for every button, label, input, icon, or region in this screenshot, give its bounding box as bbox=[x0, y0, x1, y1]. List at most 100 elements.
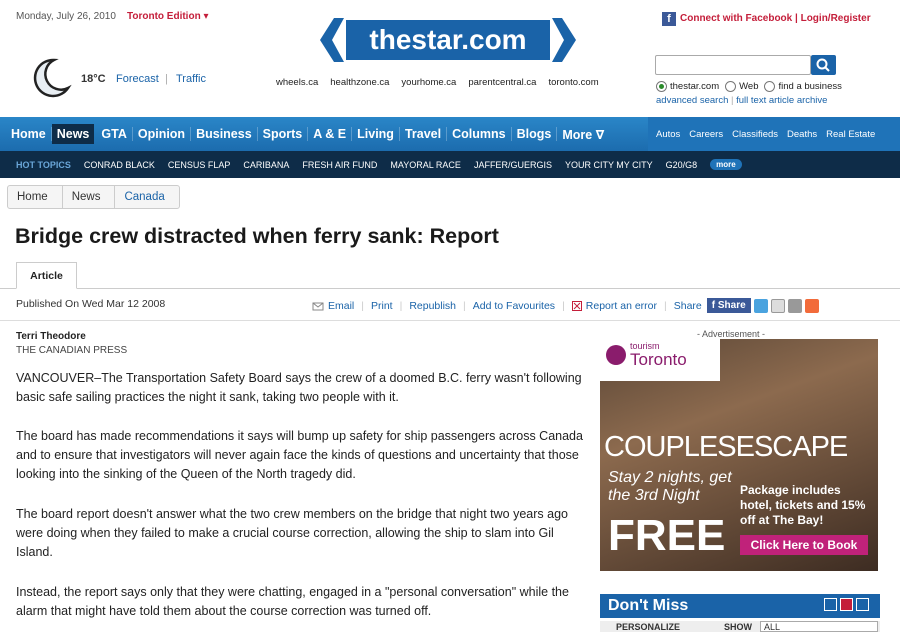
ad-brand-panel: tourism Toronto bbox=[600, 339, 720, 381]
report-error-icon bbox=[571, 300, 582, 311]
search-scope-thestar[interactable]: thestar.com bbox=[656, 81, 719, 92]
breadcrumb-news[interactable]: News bbox=[63, 186, 116, 208]
nav-sports[interactable]: Sports bbox=[258, 127, 309, 141]
list-view-icon[interactable] bbox=[840, 598, 853, 611]
search-input[interactable] bbox=[655, 55, 811, 75]
moon-weather-icon bbox=[33, 58, 72, 98]
hot-topic-item[interactable]: CONRAD BLACK bbox=[84, 160, 155, 170]
article-paragraph: The board report doesn't answer what the… bbox=[16, 507, 568, 559]
search-links: advanced search | full text article arch… bbox=[656, 95, 827, 106]
more-share-icon[interactable] bbox=[804, 298, 819, 313]
ad-headline: COUPLESESCAPE bbox=[604, 431, 848, 463]
nav-careers[interactable]: Careers bbox=[689, 129, 723, 140]
nav-autos[interactable]: Autos bbox=[656, 129, 680, 140]
temperature: 18°C bbox=[81, 73, 106, 85]
hot-topics: HOT TOPICS CONRAD BLACK CENSUS FLAP CARI… bbox=[16, 151, 742, 178]
delicious-icon[interactable] bbox=[787, 298, 802, 313]
author-agency: THE CANADIAN PRESS bbox=[16, 345, 128, 356]
show-label: SHOW bbox=[724, 622, 752, 632]
nav-opinion[interactable]: Opinion bbox=[133, 127, 192, 141]
ad-book-button[interactable]: Click Here to Book bbox=[740, 535, 868, 555]
facebook-connect-link[interactable]: Connect with Facebook | Login/Register bbox=[680, 13, 871, 24]
breadcrumb-canada[interactable]: Canada bbox=[115, 186, 178, 208]
nav-blogs[interactable]: Blogs bbox=[512, 127, 558, 141]
nav-travel[interactable]: Travel bbox=[400, 127, 448, 141]
hot-topic-item[interactable]: MAYORAL RACE bbox=[390, 160, 461, 170]
site-logo[interactable]: thestar.com bbox=[320, 18, 576, 62]
site-link-yourhome[interactable]: yourhome.ca bbox=[401, 77, 456, 88]
hot-topic-item[interactable]: G20/G8 bbox=[666, 160, 698, 170]
hot-topic-item[interactable]: YOUR CITY MY CITY bbox=[565, 160, 653, 170]
hot-topic-item[interactable]: CARIBANA bbox=[243, 160, 289, 170]
published-date: Published On Wed Mar 12 2008 bbox=[16, 298, 166, 310]
edition-selector[interactable]: Toronto Edition ▾ bbox=[127, 11, 208, 22]
site-link-healthzone[interactable]: healthzone.ca bbox=[330, 77, 389, 88]
ad-offer: Stay 2 nights, get the 3rd Night bbox=[608, 469, 732, 504]
tools-divider bbox=[0, 320, 900, 321]
nav-business[interactable]: Business bbox=[191, 127, 258, 141]
search-scope-business[interactable]: find a business bbox=[764, 81, 842, 92]
partner-site-links: wheels.ca healthzone.ca yourhome.ca pare… bbox=[276, 77, 599, 88]
date-label: Monday, July 26, 2010 bbox=[16, 11, 116, 22]
search-icon bbox=[816, 58, 830, 72]
grid-view-icon[interactable] bbox=[824, 598, 837, 611]
report-error-link[interactable]: Report an error bbox=[586, 300, 657, 312]
nav-living[interactable]: Living bbox=[352, 127, 400, 141]
facebook-icon[interactable]: f bbox=[662, 12, 676, 26]
search-links-separator: | bbox=[731, 95, 734, 106]
nav-more[interactable]: More ∇ bbox=[557, 127, 609, 142]
hot-topic-item[interactable]: JAFFER/GUERGIS bbox=[474, 160, 552, 170]
nav-columns[interactable]: Columns bbox=[447, 127, 512, 141]
breadcrumb: Home News Canada bbox=[7, 185, 180, 209]
hot-topics-more-button[interactable]: more bbox=[710, 159, 742, 170]
show-select[interactable]: ALL bbox=[760, 621, 878, 632]
author-name: Terri Theodore bbox=[16, 331, 86, 342]
facebook-share-button[interactable]: f Share bbox=[706, 298, 751, 313]
nav-news[interactable]: News bbox=[51, 124, 95, 144]
full-text-archive-link[interactable]: full text article archive bbox=[736, 95, 827, 106]
email-link[interactable]: Email bbox=[328, 300, 354, 312]
twitter-icon[interactable] bbox=[753, 298, 768, 313]
search-scope-web[interactable]: Web bbox=[725, 81, 758, 92]
article-paragraph: VANCOUVER–The Transportation Safety Boar… bbox=[16, 371, 582, 404]
site-link-toronto[interactable]: toronto.com bbox=[548, 77, 598, 88]
nav-classifieds[interactable]: Classifieds bbox=[732, 129, 778, 140]
site-link-wheels[interactable]: wheels.ca bbox=[276, 77, 318, 88]
personalize-button[interactable]: PERSONALIZE bbox=[616, 622, 680, 632]
tab-divider bbox=[0, 288, 900, 289]
nav-ae[interactable]: A & E bbox=[308, 127, 353, 141]
hot-topic-item[interactable]: CENSUS FLAP bbox=[168, 160, 231, 170]
main-nav: Home News GTA Opinion Business Sports A … bbox=[6, 117, 609, 151]
page-title: Bridge crew distracted when ferry sank: … bbox=[15, 224, 499, 248]
traffic-link[interactable]: Traffic bbox=[176, 73, 206, 85]
site-link-parentcentral[interactable]: parentcentral.ca bbox=[468, 77, 536, 88]
hot-topics-label: HOT TOPICS bbox=[16, 159, 71, 170]
article-paragraph: Instead, the report says only that they … bbox=[16, 585, 569, 618]
advertisement-banner[interactable]: tourism Toronto COUPLESESCAPE Stay 2 nig… bbox=[600, 339, 878, 571]
dont-miss-controls: PERSONALIZE SHOW ALL bbox=[600, 621, 880, 632]
nav-gta[interactable]: GTA bbox=[96, 127, 133, 141]
search-scope-options: thestar.com Web find a business bbox=[656, 81, 842, 92]
hot-topic-item[interactable]: FRESH AIR FUND bbox=[302, 160, 377, 170]
breadcrumb-home[interactable]: Home bbox=[8, 186, 63, 208]
expand-icon[interactable] bbox=[856, 598, 869, 611]
nav-home[interactable]: Home bbox=[6, 127, 52, 141]
advertisement-label: - Advertisement - bbox=[697, 329, 766, 339]
search-button[interactable] bbox=[811, 55, 836, 75]
print-link[interactable]: Print bbox=[371, 300, 393, 312]
nav-real-estate[interactable]: Real Estate bbox=[826, 129, 875, 140]
secondary-nav: Autos Careers Classifieds Deaths Real Es… bbox=[648, 117, 900, 151]
republish-link[interactable]: Republish bbox=[409, 300, 456, 312]
forecast-link[interactable]: Forecast bbox=[116, 73, 159, 85]
ad-package-text: Package includes hotel, tickets and 15% … bbox=[740, 483, 866, 527]
add-favourites-link[interactable]: Add to Favourites bbox=[473, 300, 555, 312]
ad-free-label: FREE bbox=[608, 511, 726, 560]
tab-article[interactable]: Article bbox=[16, 262, 77, 289]
nav-deaths[interactable]: Deaths bbox=[787, 129, 817, 140]
ad-brand-name: Toronto bbox=[630, 350, 687, 369]
article-paragraph: The board has made recommendations it sa… bbox=[16, 429, 583, 481]
email-icon bbox=[312, 302, 324, 310]
share-label: Share bbox=[673, 299, 702, 312]
advanced-search-link[interactable]: advanced search bbox=[656, 95, 728, 106]
digg-icon[interactable] bbox=[770, 298, 785, 313]
